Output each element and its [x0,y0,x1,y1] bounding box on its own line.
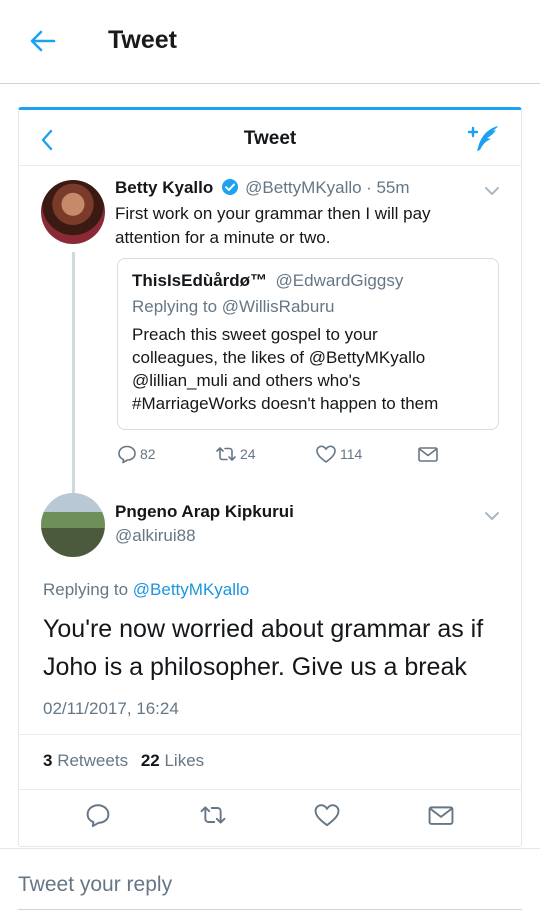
heart-icon[interactable] [313,802,341,828]
reply-timestamp[interactable]: 02/11/2017, 16:24 [43,699,179,719]
reply-composer: Tweet your reply [0,848,540,921]
quote-text: Preach this sweet gospel to your colleag… [132,325,439,413]
reply-icon[interactable] [85,802,111,828]
retweet-icon[interactable] [199,802,227,828]
reply-author-name[interactable]: Pngeno Arap Kipkurui [115,502,294,522]
chevron-down-icon[interactable] [484,186,500,196]
avatar[interactable] [41,180,105,244]
thread-line [72,252,75,494]
retweet-count: 24 [240,446,256,462]
compose-tweet-icon[interactable] [467,124,501,154]
retweet-button[interactable]: 24 [215,444,256,464]
reply-button[interactable]: 82 [117,444,156,464]
chevron-down-icon[interactable] [484,511,500,521]
tweet-card: Tweet Betty Kyallo @BettyMKyallo · 55m F… [18,107,522,847]
mention-link[interactable]: @BettyMKyallo [133,580,249,599]
back-arrow-icon[interactable] [28,26,58,56]
page-title: Tweet [108,26,177,54]
likes-stat[interactable]: 22 Likes [141,751,204,770]
quoted-tweet[interactable]: ThisIsEdùårdø™ @EdwardGiggsy Replying to… [117,258,499,430]
retweets-stat[interactable]: 3 Retweets [43,751,128,770]
quote-replying-to: Replying to @WillisRaburu [132,297,335,316]
tweet-time: · 55m [366,178,410,197]
reply-author-handle[interactable]: @alkirui88 [115,526,196,546]
app-header: Tweet [0,0,540,84]
quote-author-handle: @EdwardGiggsy [275,271,404,290]
author-handle[interactable]: @BettyMKyallo [245,178,361,197]
replying-to: Replying to @BettyMKyallo [43,580,250,599]
avatar[interactable] [41,493,105,557]
envelope-icon [418,447,438,462]
reply-icon [118,445,136,464]
verified-badge-icon [221,179,238,195]
like-button[interactable]: 114 [315,444,362,464]
quote-author-name: ThisIsEdùårdø™ [132,271,268,290]
tweet-actions: 82 24 114 [117,444,447,470]
tweet-author-row: Betty Kyallo @BettyMKyallo · 55m [115,178,410,198]
card-header: Tweet [19,110,521,166]
reply-count: 82 [140,446,156,462]
reply-text: You're now worried about grammar as if J… [43,615,484,681]
reply-input-underline [18,909,522,910]
like-count: 114 [340,446,363,462]
retweet-icon [216,447,236,461]
author-name[interactable]: Betty Kyallo [115,178,213,197]
reply-actions [19,790,521,838]
card-title: Tweet [243,128,297,149]
engagement-stats: 3 Retweets 22 Likes [19,734,521,790]
direct-message-button[interactable] [417,444,442,464]
tweet-text: First work on your grammar then I will p… [115,204,431,247]
heart-icon [316,445,336,463]
envelope-icon[interactable] [427,802,455,828]
reply-input[interactable]: Tweet your reply [18,873,172,897]
